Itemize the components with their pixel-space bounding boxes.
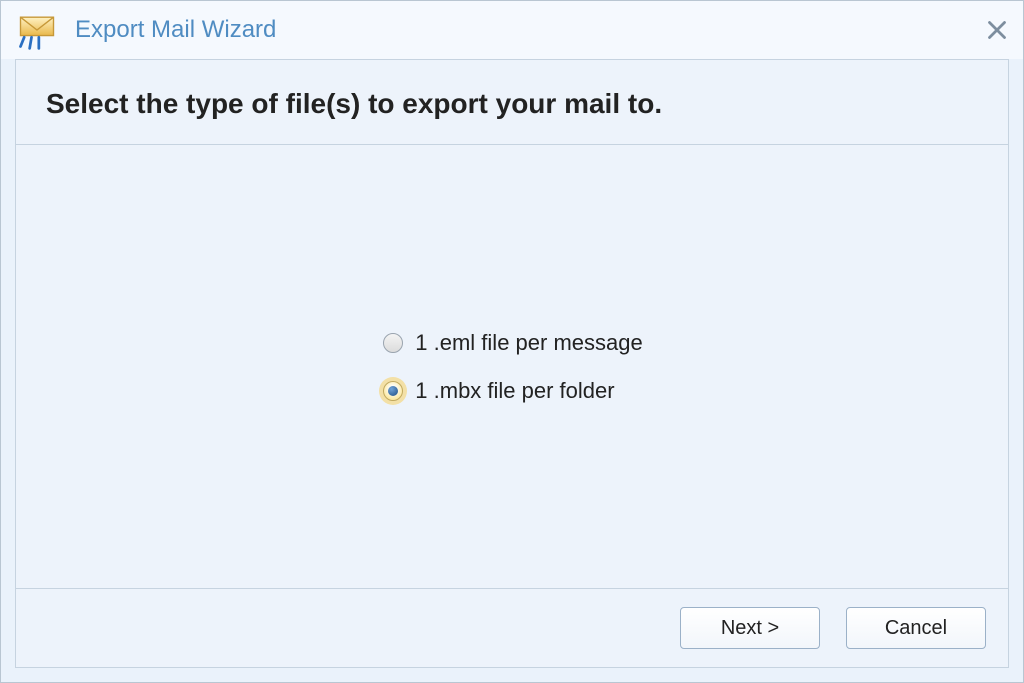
- mail-export-icon: [15, 8, 59, 52]
- option-eml-label: 1 .eml file per message: [415, 330, 642, 356]
- wizard-window: Export Mail Wizard Select the type of fi…: [0, 0, 1024, 683]
- title-bar: Export Mail Wizard: [1, 1, 1023, 59]
- cancel-button[interactable]: Cancel: [846, 607, 986, 649]
- option-eml[interactable]: 1 .eml file per message: [381, 330, 642, 356]
- body-area: 1 .eml file per message 1 .mbx file per …: [16, 145, 1008, 588]
- content-panel: Select the type of file(s) to export you…: [15, 59, 1009, 668]
- page-heading: Select the type of file(s) to export you…: [46, 88, 978, 120]
- window-title: Export Mail Wizard: [75, 16, 276, 44]
- option-mbx-label: 1 .mbx file per folder: [415, 378, 614, 404]
- radio-icon: [381, 331, 405, 355]
- next-button[interactable]: Next >: [680, 607, 820, 649]
- export-options: 1 .eml file per message 1 .mbx file per …: [381, 330, 642, 404]
- option-mbx[interactable]: 1 .mbx file per folder: [381, 378, 642, 404]
- heading-area: Select the type of file(s) to export you…: [16, 60, 1008, 145]
- button-bar: Next > Cancel: [16, 588, 1008, 667]
- radio-icon: [381, 379, 405, 403]
- close-icon[interactable]: [981, 14, 1013, 46]
